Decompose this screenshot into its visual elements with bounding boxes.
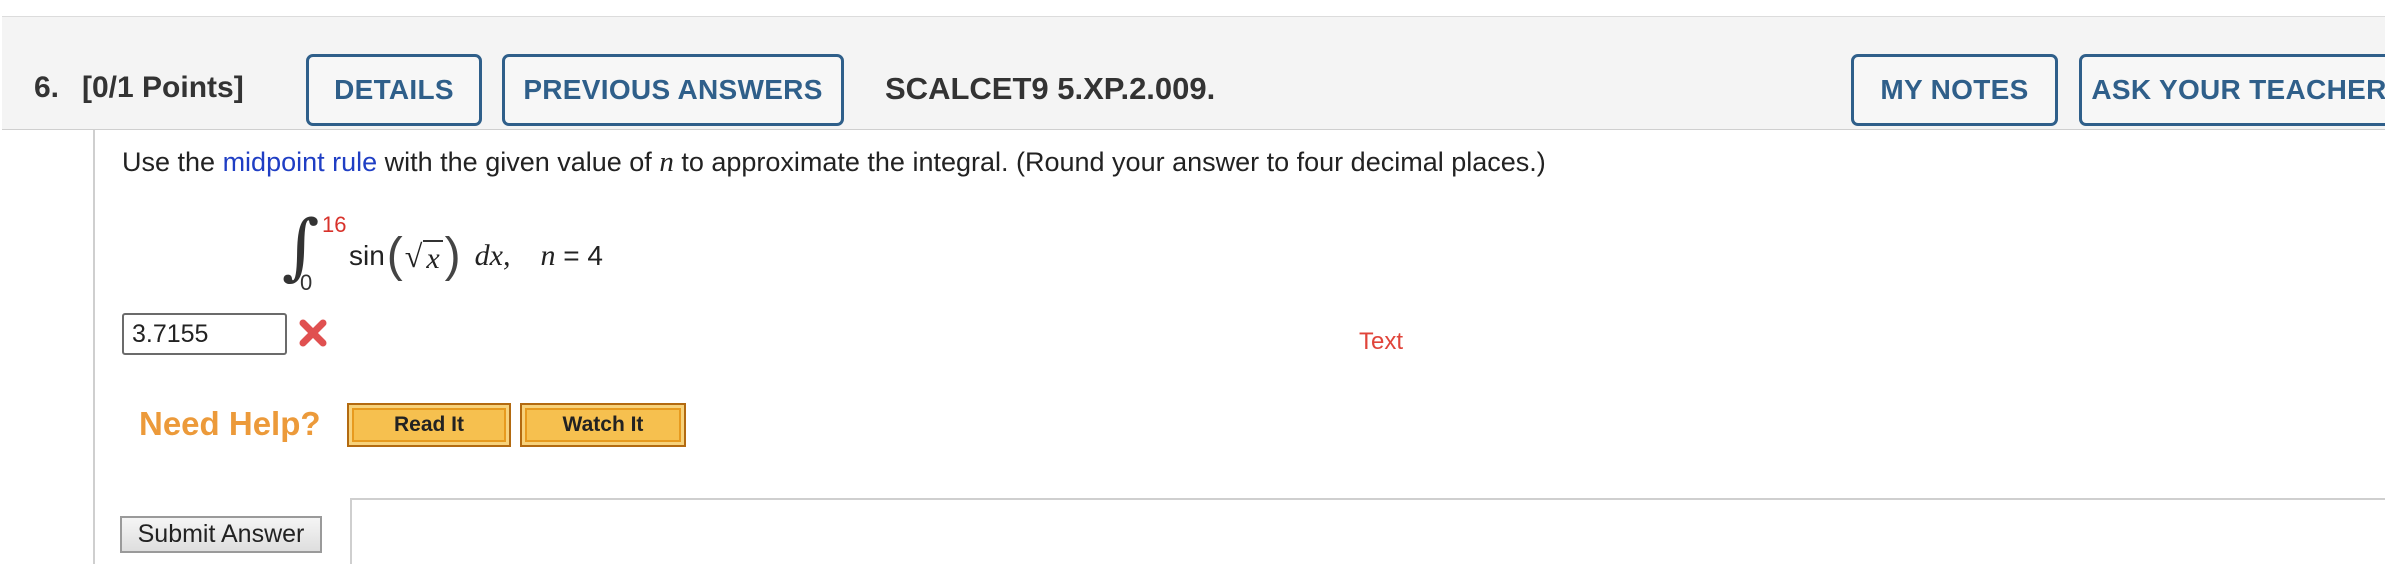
right-paren: ) <box>444 229 461 282</box>
integrand: sin ( √ x ) dx, n = 4 <box>349 232 603 280</box>
question-number: 6. <box>34 71 60 104</box>
previous-answers-button[interactable]: PREVIOUS ANSWERS <box>502 54 844 126</box>
radical-icon: √ <box>404 237 423 274</box>
content-left-border <box>93 130 95 564</box>
read-it-button[interactable]: Read It <box>347 403 511 447</box>
points-label: [0/1 Points] <box>82 71 244 104</box>
answer-input[interactable] <box>122 313 287 355</box>
question-header: 6. [0/1 Points] DETAILS PREVIOUS ANSWERS… <box>2 16 2385 130</box>
question-text-end: to approximate the integral. (Round your… <box>673 147 1546 177</box>
midpoint-rule-link[interactable]: midpoint rule <box>223 147 378 177</box>
square-root: √ x <box>405 238 443 275</box>
details-button[interactable]: DETAILS <box>306 54 482 126</box>
question-text-start: Use the <box>122 147 223 177</box>
submit-answer-button[interactable]: Submit Answer <box>120 516 322 553</box>
n-variable: n <box>540 239 556 272</box>
need-help-label: Need Help? <box>139 405 321 442</box>
n-value: = 4 <box>563 240 603 271</box>
incorrect-x-icon <box>299 319 327 347</box>
question-code: SCALCET9 5.XP.2.009. <box>885 71 1216 106</box>
my-notes-button[interactable]: MY NOTES <box>1851 54 2058 126</box>
n-equation: n = 4 <box>540 239 602 273</box>
function-name: sin <box>349 240 385 271</box>
variable-n: n <box>659 146 674 178</box>
question-page: 6. [0/1 Points] DETAILS PREVIOUS ANSWERS… <box>0 0 2385 564</box>
work-area-box <box>350 498 2385 564</box>
differential: dx, <box>474 239 511 272</box>
question-text-middle: with the given value of <box>377 147 660 177</box>
text-label: Text <box>1359 328 1404 355</box>
left-paren: ( <box>386 229 403 282</box>
watch-it-button[interactable]: Watch It <box>520 403 686 447</box>
ask-teacher-button[interactable]: ASK YOUR TEACHER <box>2079 54 2385 126</box>
upper-limit: 16 <box>322 212 347 237</box>
question-text: Use the midpoint rule with the given val… <box>122 146 1546 179</box>
lower-limit: 0 <box>300 270 313 295</box>
radicand: x <box>423 239 443 275</box>
